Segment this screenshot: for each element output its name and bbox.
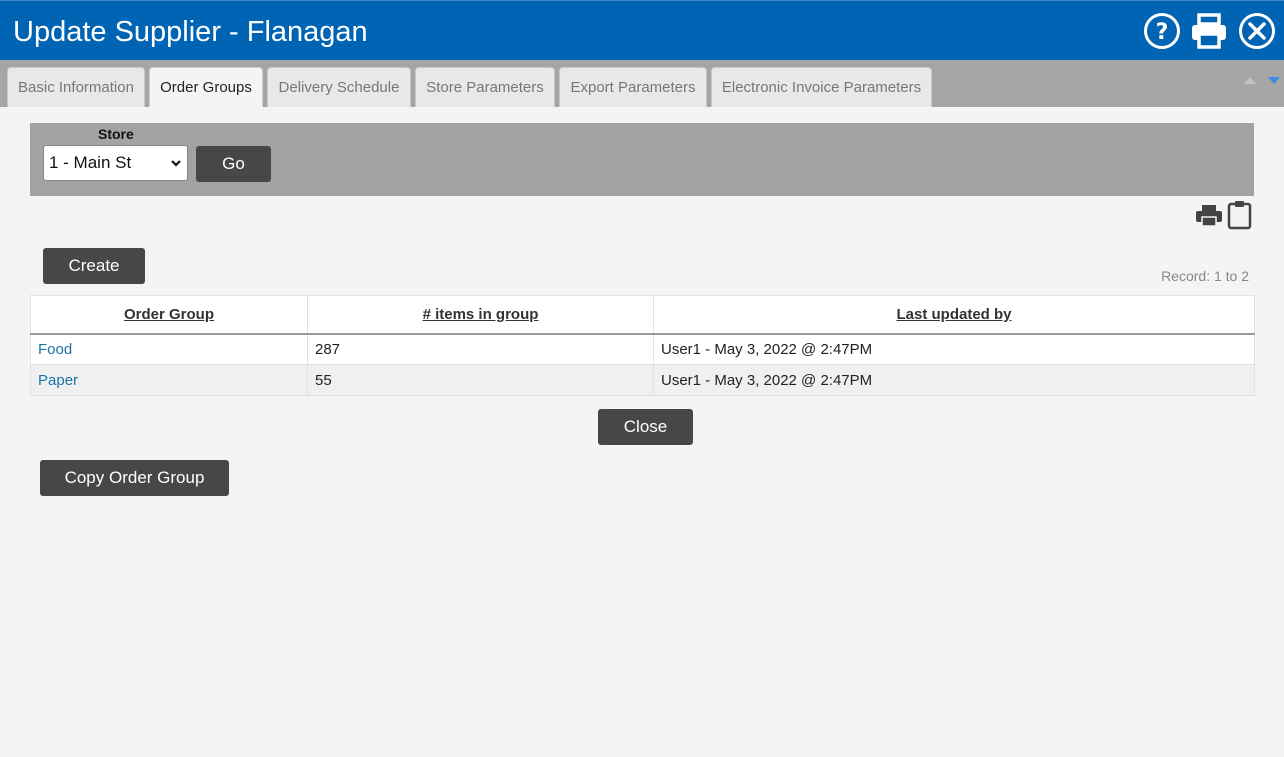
column-header-order-group[interactable]: Order Group <box>30 295 308 335</box>
record-count: Record: 1 to 2 <box>1161 268 1249 284</box>
print-icon[interactable] <box>1195 200 1223 230</box>
tab-basic-information[interactable]: Basic Information <box>7 67 145 107</box>
order-group-link[interactable]: Food <box>30 333 308 365</box>
create-button[interactable]: Create <box>43 248 145 284</box>
print-icon[interactable] <box>1190 12 1228 50</box>
tab-order-groups[interactable]: Order Groups <box>149 67 263 107</box>
table-header-row: Order Group # items in group Last update… <box>30 295 1255 335</box>
svg-text:?: ? <box>1156 20 1169 45</box>
close-button[interactable]: Close <box>598 409 693 445</box>
title-bar: Update Supplier - Flanagan ? <box>0 0 1284 60</box>
table-row: Paper 55 User1 - May 3, 2022 @ 2:47PM <box>30 364 1255 396</box>
store-select[interactable]: 1 - Main St <box>43 145 188 181</box>
tab-electronic-invoice-parameters[interactable]: Electronic Invoice Parameters <box>711 67 932 107</box>
table-row: Food 287 User1 - May 3, 2022 @ 2:47PM <box>30 333 1255 365</box>
items-count-cell: 55 <box>307 364 654 396</box>
tab-export-parameters[interactable]: Export Parameters <box>559 67 707 107</box>
last-updated-cell: User1 - May 3, 2022 @ 2:47PM <box>653 333 1255 365</box>
tab-store-parameters[interactable]: Store Parameters <box>415 67 555 107</box>
tab-bar: Basic Information Order Groups Delivery … <box>0 60 1284 107</box>
clipboard-icon[interactable] <box>1227 200 1255 230</box>
store-label: Store <box>98 126 134 142</box>
order-group-link[interactable]: Paper <box>30 364 308 396</box>
chevron-down-icon <box>171 160 181 167</box>
column-header-last-updated-by[interactable]: Last updated by <box>653 295 1255 335</box>
close-icon[interactable] <box>1238 12 1276 50</box>
go-button[interactable]: Go <box>196 146 271 182</box>
column-header-items-in-group[interactable]: # items in group <box>307 295 654 335</box>
items-count-cell: 287 <box>307 333 654 365</box>
window-title: Update Supplier - Flanagan <box>13 16 368 48</box>
order-groups-table: Order Group # items in group Last update… <box>30 295 1255 396</box>
store-select-value: 1 - Main St <box>49 153 132 172</box>
tab-scroll-down-icon[interactable] <box>1268 77 1280 84</box>
help-icon[interactable]: ? <box>1143 12 1181 50</box>
last-updated-cell: User1 - May 3, 2022 @ 2:47PM <box>653 364 1255 396</box>
tab-delivery-schedule[interactable]: Delivery Schedule <box>267 67 411 107</box>
copy-order-group-button[interactable]: Copy Order Group <box>40 460 229 496</box>
tab-scroll-up-icon[interactable] <box>1244 77 1256 84</box>
